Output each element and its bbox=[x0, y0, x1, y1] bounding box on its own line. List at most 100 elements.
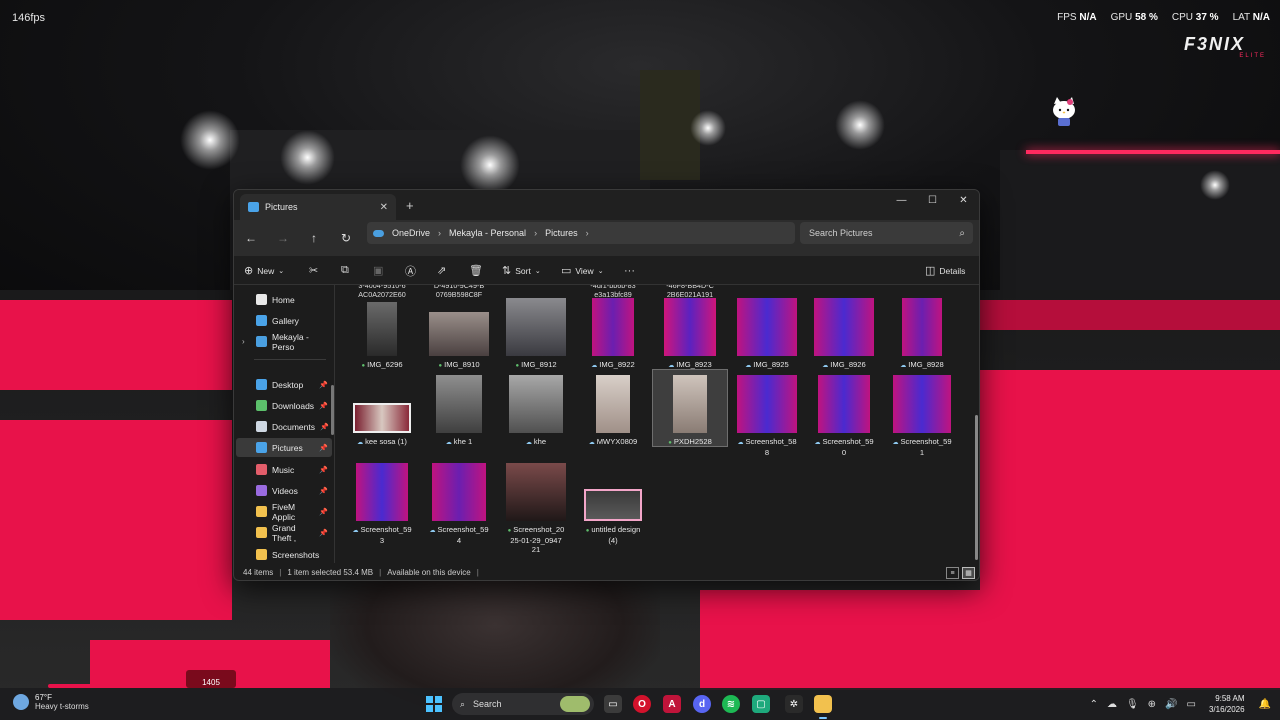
battery-icon[interactable]: ▭ bbox=[1187, 699, 1196, 710]
tab-pictures[interactable]: Pictures ✕ bbox=[240, 194, 396, 220]
delete-button[interactable]: 🗑 bbox=[469, 262, 483, 279]
available-offline-icon: ● bbox=[668, 440, 672, 446]
file-name: IMG_6296 bbox=[367, 360, 403, 369]
sidebar-item-music[interactable]: Music 📌 bbox=[236, 460, 332, 479]
search-input[interactable]: Search Pictures ⌕ bbox=[800, 222, 973, 244]
taskbar-search[interactable]: ⌕ Search bbox=[452, 693, 594, 715]
sidebar-item-mekayla-perso[interactable]: › Mekayla - Perso bbox=[236, 332, 332, 352]
chevron-down-icon: ⌄ bbox=[597, 267, 604, 275]
sidebar-item-downloads[interactable]: Downloads 📌 bbox=[236, 396, 332, 415]
breadcrumb-onedrive[interactable]: OneDrive bbox=[392, 228, 430, 238]
address-bar[interactable]: OneDrive › Mekayla - Personal › Pictures… bbox=[367, 222, 795, 244]
spotify-icon[interactable]: ≋ bbox=[722, 695, 740, 713]
refresh-button[interactable]: ↻ bbox=[337, 229, 355, 247]
weather-widget[interactable]: 67°F Heavy t-storms bbox=[13, 693, 89, 711]
file-tile[interactable]: ☁ IMG_8923 bbox=[653, 293, 727, 369]
sidebar-scrollbar[interactable] bbox=[331, 385, 334, 435]
image-thumbnail bbox=[429, 312, 489, 356]
file-tile[interactable]: ☁ khe bbox=[499, 370, 573, 446]
app-icon[interactable]: ▢ bbox=[752, 695, 770, 713]
file-tile[interactable]: ☁ Screenshot_59 4 bbox=[422, 458, 496, 554]
file-tile[interactable]: ● IMG_8910 bbox=[422, 293, 496, 369]
network-icon[interactable]: ⊕ bbox=[1148, 699, 1156, 710]
maximize-button[interactable]: ☐ bbox=[917, 190, 948, 210]
sidebar-item-pictures[interactable]: Pictures 📌 bbox=[236, 438, 332, 457]
file-tile[interactable]: ☁ Screenshot_59 0 bbox=[807, 370, 881, 457]
file-tile[interactable]: ☁ Screenshot_59 1 bbox=[885, 370, 959, 457]
share-button[interactable]: ⇗ bbox=[437, 262, 446, 279]
vertical-scrollbar[interactable] bbox=[975, 415, 978, 560]
file-tile[interactable]: ☁ MWYX0809 bbox=[576, 370, 650, 446]
file-tile[interactable]: ● untitled design (4) bbox=[576, 458, 650, 554]
pin-icon: 📌 bbox=[319, 444, 328, 452]
close-window-button[interactable]: ✕ bbox=[948, 190, 979, 210]
sidebar-item-fivem-applic[interactable]: FiveM Applic 📌 bbox=[236, 502, 332, 522]
chevron-right-icon[interactable]: › bbox=[586, 228, 589, 238]
pin-icon: 📌 bbox=[320, 423, 329, 431]
file-tile[interactable]: ● PXDH2528 bbox=[652, 369, 728, 447]
time: 9:58 AM bbox=[1215, 694, 1245, 703]
notification-bell-icon[interactable]: 🔔 bbox=[1259, 699, 1271, 710]
breadcrumb-pictures[interactable]: Pictures bbox=[545, 228, 578, 238]
sidebar-item-desktop[interactable]: Desktop 📌 bbox=[236, 375, 332, 394]
share-icon: ⇗ bbox=[437, 265, 447, 277]
cut-button[interactable]: ✂ bbox=[309, 262, 318, 279]
file-tile[interactable]: ☁ khe 1 bbox=[422, 370, 496, 446]
thumbnail-view-button[interactable]: ▦ bbox=[962, 567, 975, 579]
details-view-button[interactable]: ≡ bbox=[946, 567, 959, 579]
details-button[interactable]: ◫ Details bbox=[925, 262, 965, 279]
file-name: IMG_8922 bbox=[599, 360, 635, 369]
onedrive-cloud-icon bbox=[373, 229, 384, 237]
file-tile[interactable]: ☁ IMG_8928 bbox=[885, 293, 959, 369]
breadcrumb-mekayla-personal[interactable]: Mekayla - Personal bbox=[449, 228, 526, 238]
file-tile[interactable]: ● IMG_8912 bbox=[499, 293, 573, 369]
file-grid: 3-4004-9510-6 AC0A2072E60 D-4910-9C49-B 0… bbox=[336, 285, 979, 563]
back-button[interactable]: ← bbox=[242, 229, 260, 247]
forward-button[interactable]: → bbox=[274, 229, 292, 247]
discord-icon[interactable]: d bbox=[693, 695, 711, 713]
file-tile[interactable]: ☁ Screenshot_58 8 bbox=[730, 370, 804, 457]
new-tab-button[interactable]: + bbox=[406, 198, 414, 213]
opera-icon[interactable]: O bbox=[633, 695, 651, 713]
up-button[interactable]: ↑ bbox=[305, 229, 323, 247]
copy-button[interactable]: ⧉ bbox=[341, 262, 349, 279]
microphone-icon[interactable]: 🎙 bbox=[1126, 699, 1139, 710]
folder-icon bbox=[256, 549, 267, 560]
file-tile[interactable]: ☁ Screenshot_59 3 bbox=[345, 458, 419, 554]
paste-button[interactable]: ▣ bbox=[373, 262, 383, 279]
file-tile[interactable]: ☁ IMG_8922 bbox=[576, 293, 650, 369]
copy-icon: ⧉ bbox=[341, 264, 349, 276]
more-options-button[interactable]: ··· bbox=[624, 262, 635, 279]
chatgpt-icon[interactable]: ✲ bbox=[785, 695, 803, 713]
cloud-only-icon: ☁ bbox=[525, 440, 532, 446]
sidebar-item-documents[interactable]: Documents 📌 bbox=[236, 417, 332, 436]
availability-status: Available on this device bbox=[387, 568, 471, 577]
sidebar-item-videos[interactable]: Videos 📌 bbox=[236, 481, 332, 500]
valorant-icon[interactable]: A bbox=[663, 695, 681, 713]
rename-button[interactable]: Ⓐ bbox=[405, 262, 416, 279]
file-tile[interactable]: ☁ IMG_8925 bbox=[730, 293, 804, 369]
onedrive-tray-icon[interactable]: ☁ bbox=[1107, 699, 1117, 710]
file-tile[interactable]: ☁ kee sosa (1) bbox=[345, 370, 419, 446]
sidebar-item-gallery[interactable]: Gallery bbox=[236, 311, 332, 330]
sort-button[interactable]: ⇅ Sort ⌄ bbox=[502, 262, 541, 279]
chevron-up-icon[interactable]: ⌃ bbox=[1090, 699, 1098, 710]
file-tile[interactable]: ● IMG_6296 bbox=[345, 293, 419, 369]
expand-chevron-icon[interactable]: › bbox=[242, 337, 245, 346]
file-tile[interactable]: ☁ IMG_8926 bbox=[807, 293, 881, 369]
file-tile[interactable]: ● Screenshot_20 25-01-29_0947 21 bbox=[499, 458, 573, 554]
home-icon bbox=[256, 294, 267, 305]
task-view-icon[interactable]: ▭ bbox=[604, 695, 622, 713]
new-button[interactable]: ⊕ New ⌄ bbox=[244, 262, 284, 279]
file-name: khe 1 bbox=[453, 437, 473, 446]
sidebar-item-grand-theft[interactable]: Grand Theft , 📌 bbox=[236, 523, 332, 543]
view-button[interactable]: ▭ View ⌄ bbox=[561, 262, 604, 279]
clock[interactable]: 9:58 AM 3/16/2026 bbox=[1209, 693, 1245, 715]
sidebar-item-home[interactable]: Home bbox=[236, 290, 332, 309]
close-tab-icon[interactable]: ✕ bbox=[380, 202, 388, 213]
start-button[interactable] bbox=[426, 696, 442, 712]
minimize-button[interactable]: — bbox=[886, 190, 917, 210]
file-explorer-icon[interactable] bbox=[814, 695, 832, 719]
sidebar-item-screenshots[interactable]: Screenshots bbox=[236, 545, 332, 564]
volume-icon[interactable]: 🔊 bbox=[1165, 699, 1177, 710]
